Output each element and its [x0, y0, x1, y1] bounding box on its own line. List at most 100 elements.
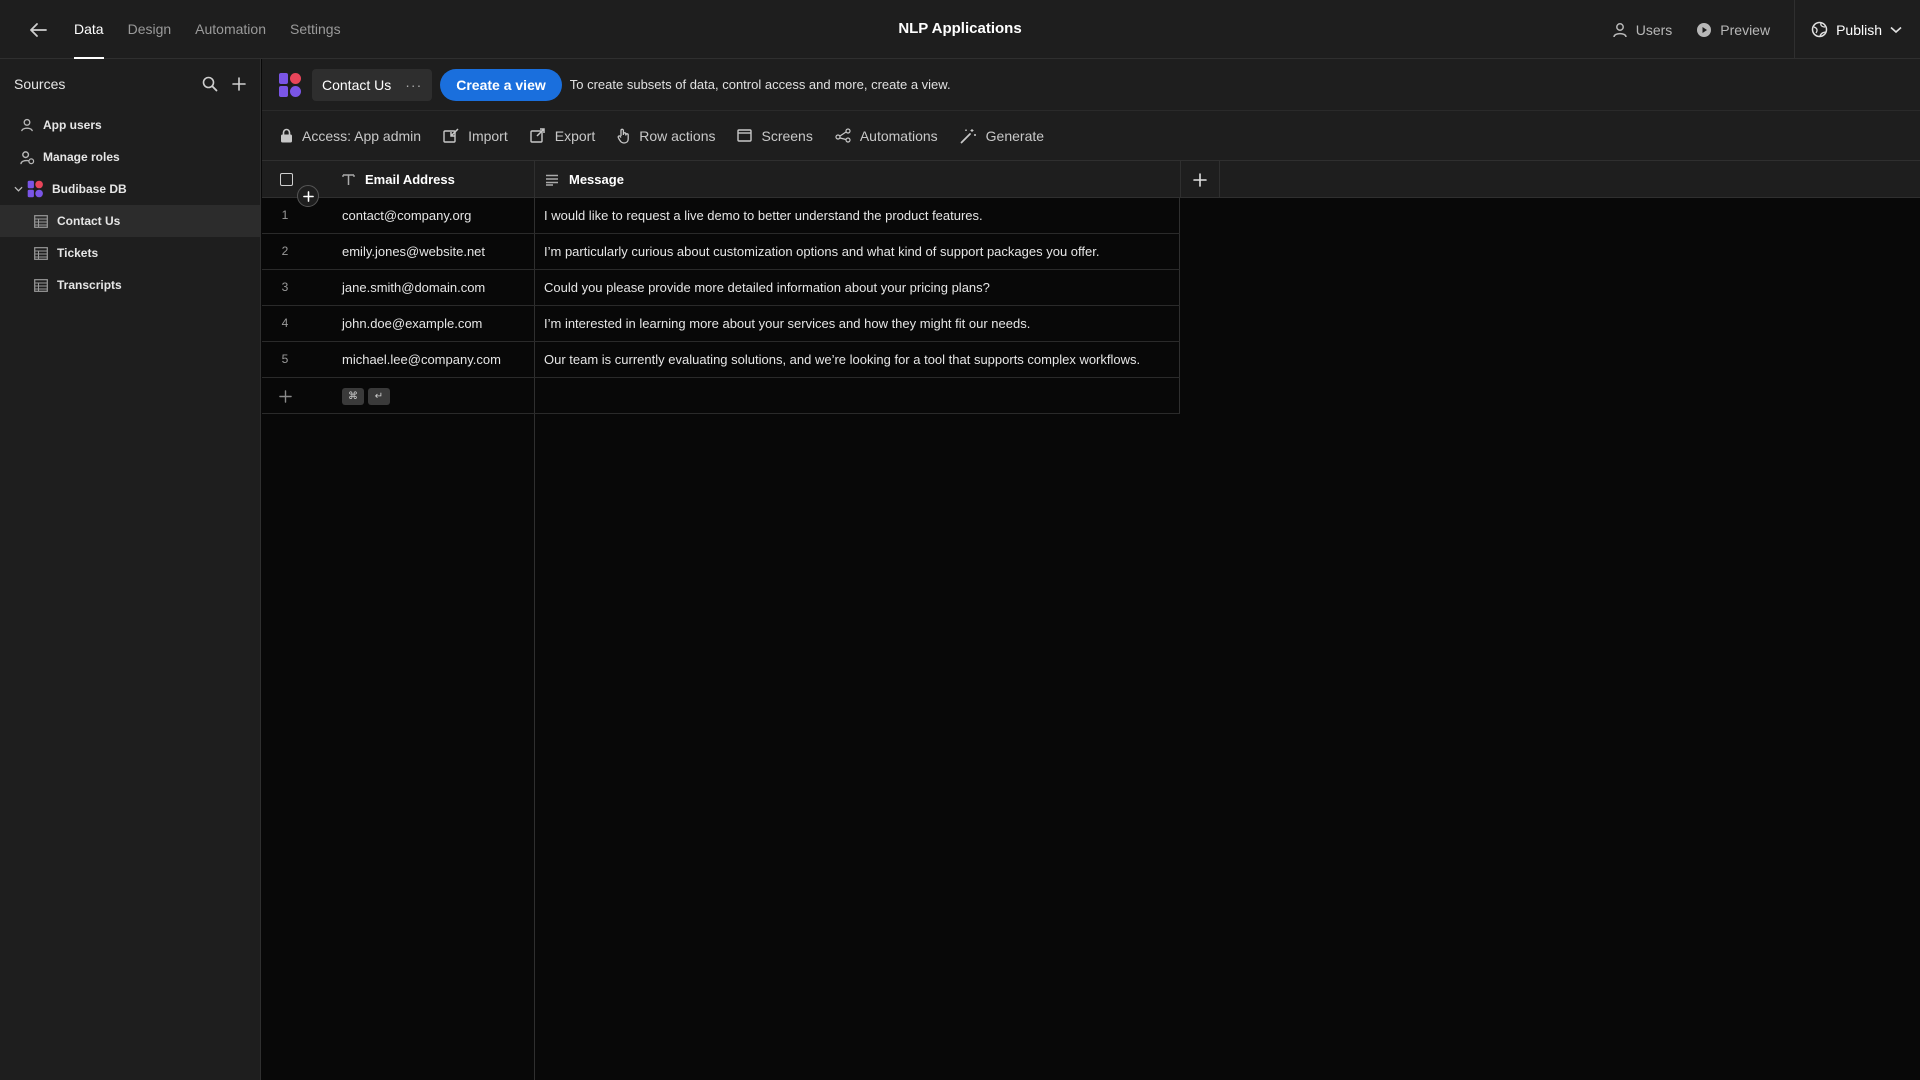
table-row[interactable]: 3 jane.smith@domain.com Could you please…: [262, 270, 1180, 306]
email-cell[interactable]: john.doe@example.com: [342, 306, 482, 341]
sidebar-item-manage-roles[interactable]: Manage roles: [0, 141, 260, 173]
message-cell: [534, 378, 1180, 413]
table-icon: [32, 278, 50, 292]
table-name: Contact Us: [322, 76, 392, 93]
globe-icon: [1811, 21, 1828, 38]
chevron-down-icon: [1890, 26, 1902, 33]
preview-button[interactable]: Preview: [1696, 22, 1770, 38]
row-number: 4: [281, 316, 289, 330]
sidebar-item-label: Manage roles: [43, 150, 120, 164]
content-area: Contact Us ··· Create a view To create s…: [262, 59, 1920, 1080]
arrow-left-icon: [30, 23, 47, 37]
plus-icon: [278, 389, 292, 403]
plus-icon: [302, 190, 314, 202]
generate-button[interactable]: Generate: [960, 128, 1044, 144]
import-label: Import: [468, 127, 508, 144]
sidebar-item-label: Tickets: [57, 246, 99, 260]
row-number: 5: [281, 352, 289, 366]
automations-label: Automations: [859, 127, 938, 144]
message-cell[interactable]: Could you please provide more detailed i…: [534, 270, 1180, 305]
message-cell[interactable]: I would like to request a live demo to b…: [534, 198, 1180, 233]
search-icon: [202, 76, 218, 92]
automations-button[interactable]: Automations: [835, 128, 938, 144]
access-label: Access: App admin: [302, 127, 422, 144]
budibase-logo-icon: [278, 72, 304, 98]
table-row[interactable]: 2 emily.jones@website.net I’m particular…: [262, 234, 1180, 270]
lock-icon: [281, 128, 292, 143]
new-row: ⌘ ↵: [262, 378, 1180, 414]
chevron-down-icon[interactable]: [14, 186, 23, 192]
email-cell[interactable]: jane.smith@domain.com: [342, 270, 485, 305]
publish-button[interactable]: Publish: [1794, 0, 1920, 59]
row-number: 3: [281, 280, 289, 294]
table-name-chip[interactable]: Contact Us ···: [312, 68, 433, 101]
tab-automation[interactable]: Automation: [195, 0, 266, 59]
table-header-bar: Contact Us ··· Create a view To create s…: [262, 59, 1920, 110]
sidebar-item-label: Contact Us: [57, 214, 121, 228]
plus-icon: [1193, 172, 1207, 187]
access-button[interactable]: Access: App admin: [280, 128, 421, 144]
text-type-icon: [342, 174, 355, 185]
back-button[interactable]: [24, 18, 52, 42]
user-icon: [1612, 22, 1627, 37]
sidebar-item-tickets[interactable]: Tickets: [0, 237, 260, 269]
table-row[interactable]: 5 michael.lee@company.com Our team is cu…: [262, 342, 1180, 378]
automation-icon: [835, 128, 851, 143]
magic-wand-icon: [960, 128, 976, 143]
row-actions-button[interactable]: Row actions: [617, 128, 715, 144]
table-icon: [32, 214, 50, 228]
sidebar-item-budibase-db[interactable]: Budibase DB: [0, 173, 260, 205]
email-cell[interactable]: emily.jones@website.net: [342, 234, 485, 269]
more-options-icon[interactable]: ···: [405, 77, 422, 93]
sidebar-item-contact-us[interactable]: Contact Us: [0, 205, 260, 237]
enter-key-hint: ↵: [368, 388, 390, 405]
plus-icon: [232, 77, 246, 91]
add-row-button[interactable]: [276, 387, 294, 405]
generate-label: Generate: [985, 127, 1045, 144]
tab-design[interactable]: Design: [128, 0, 172, 59]
screens-label: Screens: [761, 127, 813, 144]
tab-settings[interactable]: Settings: [290, 0, 341, 59]
play-circle-icon: [1697, 22, 1712, 37]
table-row[interactable]: 4 john.doe@example.com I’m interested in…: [262, 306, 1180, 342]
email-cell[interactable]: michael.lee@company.com: [342, 342, 501, 377]
data-grid: Email Address Message 1 contact@company.…: [262, 161, 1920, 1080]
grid-rows: 1 contact@company.org I would like to re…: [262, 198, 1180, 414]
table-row[interactable]: 1 contact@company.org I would like to re…: [262, 198, 1180, 234]
user-icon: [18, 118, 36, 132]
sidebar-item-label: App users: [43, 118, 102, 132]
sidebar-item-app-users[interactable]: App users: [0, 109, 260, 141]
message-cell[interactable]: I’m particularly curious about customiza…: [534, 234, 1180, 269]
users-label: Users: [1635, 21, 1673, 38]
add-row-floating-button[interactable]: [297, 185, 319, 207]
sidebar-item-transcripts[interactable]: Transcripts: [0, 269, 260, 301]
sidebar-item-label: Budibase DB: [52, 182, 127, 196]
top-bar: Data Design Automation Settings NLP Appl…: [0, 0, 1920, 59]
screen-icon: [737, 129, 753, 142]
import-button[interactable]: Import: [443, 128, 508, 144]
create-view-hint: To create subsets of data, control acces…: [569, 77, 951, 92]
pointer-hand-icon: [617, 128, 630, 144]
export-button[interactable]: Export: [530, 128, 595, 144]
users-button[interactable]: Users: [1612, 21, 1673, 38]
column-header-message[interactable]: Message: [534, 161, 1180, 198]
row-number: 2: [281, 244, 289, 258]
message-cell[interactable]: I’m interested in learning more about yo…: [534, 306, 1180, 341]
column-header-email[interactable]: Email Address: [342, 161, 455, 198]
roles-icon: [18, 150, 36, 165]
search-sources-button[interactable]: [202, 76, 218, 92]
select-all-checkbox[interactable]: [280, 173, 293, 186]
email-cell[interactable]: contact@company.org: [342, 198, 471, 233]
publish-label: Publish: [1836, 21, 1882, 38]
screens-button[interactable]: Screens: [737, 127, 813, 144]
add-column-button[interactable]: [1180, 161, 1220, 198]
row-actions-label: Row actions: [639, 127, 716, 144]
tab-data[interactable]: Data: [74, 0, 104, 59]
sources-sidebar: Sources App users Manage roles Budibase …: [0, 59, 261, 1080]
grid-header: Email Address Message: [262, 161, 1920, 198]
create-view-button[interactable]: Create a view: [440, 68, 562, 101]
add-source-button[interactable]: [232, 77, 246, 91]
import-icon: [443, 128, 459, 143]
message-cell[interactable]: Our team is currently evaluating solutio…: [534, 342, 1180, 377]
top-right-actions: Users Preview Publish: [1612, 0, 1920, 59]
